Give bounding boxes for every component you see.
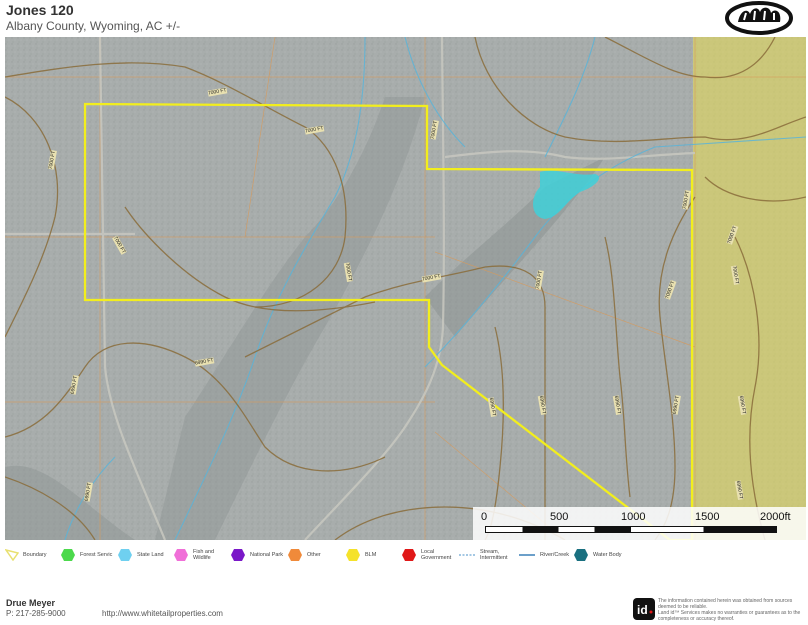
legend-label: State Land — [137, 552, 164, 558]
legend-label: Boundary — [23, 552, 47, 558]
river-creek-icon — [519, 554, 535, 556]
aerial-map — [5, 37, 806, 540]
stream-intermittent-icon — [459, 554, 475, 556]
legend-label: River/Creek — [540, 552, 570, 558]
legend-item: Boundary — [5, 545, 47, 565]
boundary-icon — [5, 549, 19, 561]
legend-label: Water Body — [593, 552, 622, 558]
scale-bar: 0 500 1000 1500 2000ft — [473, 507, 806, 540]
scale-tick-label: 500 — [550, 511, 569, 523]
map-legend: Boundary Forest Servic State Land Fish a… — [5, 541, 806, 569]
land-id-logo-icon: id — [633, 598, 655, 620]
whitetail-logo-icon — [725, 1, 793, 35]
legend-item: National Park — [230, 545, 283, 565]
legend-item: State Land — [117, 545, 164, 565]
scale-tick-label: 1000 — [621, 511, 646, 523]
map-subtitle: Albany County, Wyoming, AC +/- — [6, 19, 181, 33]
legend-label: National Park — [250, 552, 284, 558]
legend-item: Local Government — [401, 545, 451, 565]
other-icon — [288, 549, 302, 561]
legend-label: Forest Servic — [80, 552, 113, 558]
water-body-icon — [574, 549, 588, 561]
blm-icon — [346, 549, 360, 561]
scale-bar-segment — [485, 526, 777, 533]
state-land-icon — [118, 549, 132, 561]
legend-item: Water Body — [573, 545, 622, 565]
scale-tick-label: 2000ft — [760, 511, 791, 523]
scale-tick-label: 1500 — [695, 511, 720, 523]
map-title: Jones 120 — [6, 2, 74, 18]
legend-label: BLM — [365, 552, 377, 558]
legend-label: Stream, Intermittent — [480, 549, 508, 561]
legend-label: Fish and Wildlife — [193, 549, 215, 561]
svg-text:id: id — [637, 603, 648, 617]
legend-item: Stream, Intermittent — [458, 545, 508, 565]
national-park-icon — [231, 549, 245, 561]
fish-wildlife-icon — [174, 549, 188, 561]
legend-item: BLM — [345, 545, 376, 565]
legend-label: Local Government — [421, 549, 452, 561]
legend-item: Forest Servic — [60, 545, 112, 565]
local-government-icon — [402, 549, 416, 561]
scale-tick-label: 0 — [481, 511, 488, 523]
legend-item: Other — [287, 545, 321, 565]
website-link[interactable]: http://www.whitetailproperties.com — [102, 609, 223, 618]
legend-label: Other — [307, 552, 321, 558]
map-view[interactable]: 7000 FT 7000 FT 7000 FT 7000 FT 7000 FT … — [5, 37, 806, 540]
disclaimer-text: The information contained herein was obt… — [658, 598, 801, 622]
agent-phone: P: 217-285-9000 — [6, 609, 66, 618]
forest-service-icon — [61, 549, 75, 561]
legend-item: River/Creek — [518, 545, 569, 565]
agent-name: Drue Meyer — [6, 598, 56, 608]
legend-item: Fish and Wildlife — [173, 545, 214, 565]
